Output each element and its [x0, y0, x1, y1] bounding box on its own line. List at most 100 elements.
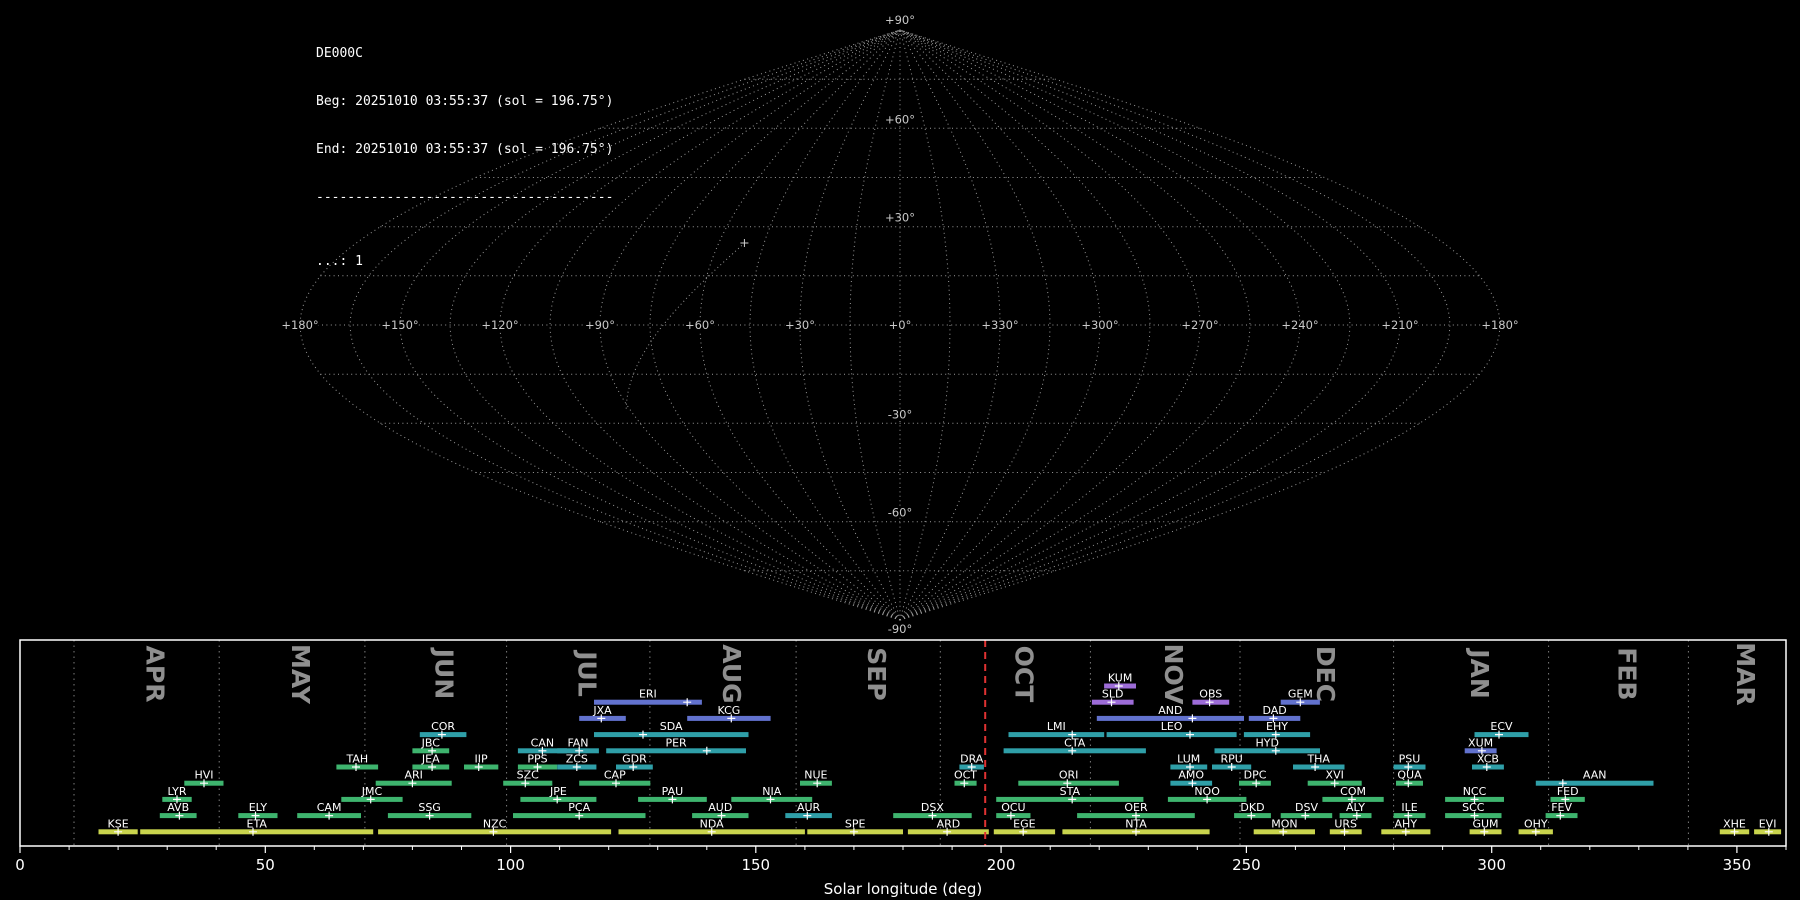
lon-label: +270°: [1181, 318, 1218, 332]
shower-label: DSV: [1295, 801, 1318, 814]
shower-label: JXA: [592, 704, 612, 717]
shower-label: URS: [1334, 817, 1357, 830]
lon-label: +0°: [889, 318, 912, 332]
lat-label: +90°: [885, 13, 915, 27]
shower-label: MON: [1271, 817, 1297, 830]
shower-label: PSU: [1399, 753, 1421, 766]
month-label: OCT: [1009, 646, 1038, 703]
shower-label: STA: [1060, 785, 1081, 798]
shower-label: HVI: [194, 769, 213, 782]
tick-label: 350: [1723, 856, 1752, 874]
month-label: DEC: [1311, 646, 1340, 702]
shower-peak-marker: [639, 730, 647, 739]
shower-peak-marker: [1188, 714, 1197, 723]
shower-label: PCA: [568, 801, 590, 814]
session-info-block: DE000C Beg: 20251010 03:55:37 (sol = 196…: [316, 14, 613, 286]
month-label: AUG: [717, 644, 746, 703]
lat-label: -30°: [888, 407, 913, 421]
lon-label: +240°: [1281, 318, 1318, 332]
lat-label: +60°: [885, 112, 915, 126]
activity-timeline-chart: APR MAY JUN JUL AUG SEP OCT NOV DEC JAN FEB MAR KUM E…: [15, 639, 1787, 898]
shower-label: OHY: [1524, 817, 1548, 830]
info-divider: --------------------------------------: [316, 190, 614, 205]
meteor-plot-app: { "header": { "station": "DE000C", "beg_…: [0, 0, 1800, 900]
shower-label: XVI: [1326, 769, 1344, 782]
shower-label: AVB: [167, 801, 189, 814]
shower-label: OCT: [954, 769, 977, 782]
shower-label: SPE: [845, 817, 866, 830]
lat-label: +30°: [885, 211, 915, 225]
shower-label: OER: [1124, 801, 1148, 814]
shower-label: NTA: [1125, 817, 1147, 830]
shower-label: CAP: [604, 769, 626, 782]
lon-label: +180°: [1481, 318, 1518, 332]
tick-label: 100: [496, 856, 525, 874]
tick-label: 300: [1477, 856, 1506, 874]
shower-label: XCB: [1477, 753, 1499, 766]
shower-label: GEM: [1288, 688, 1313, 701]
month-label: MAR: [1731, 642, 1760, 705]
shower-label: OBS: [1199, 688, 1222, 701]
sky-map-panel: +180° +150° +120° +90° +60° +30° +0° +330° +300°…: [279, 11, 1520, 638]
shower-label: NOO: [1194, 785, 1220, 798]
shower-label: KUM: [1108, 672, 1132, 685]
grid-meridian: [899, 29, 1201, 621]
shower-label: SZC: [517, 769, 540, 782]
shower-label: PPS: [527, 753, 547, 766]
shower-label: PER: [665, 736, 687, 749]
shower-label: ARD: [937, 817, 961, 830]
lon-label: +150°: [381, 318, 418, 332]
month-label: MAY: [286, 644, 315, 705]
shower-label: RPU: [1221, 753, 1243, 766]
shower-label: NIA: [762, 785, 781, 798]
station-code: DE000C: [316, 46, 363, 61]
shower-label: LYR: [167, 785, 186, 798]
lon-label: +60°: [685, 318, 715, 332]
shower-label: ALY: [1346, 801, 1365, 814]
lat-label: -60°: [888, 506, 913, 520]
month-label: JAN: [1465, 647, 1494, 699]
shower-label: NCC: [1463, 785, 1487, 798]
shower-label: ERI: [639, 688, 657, 701]
meteor-count-line: ...: 1: [316, 254, 363, 269]
shower-label: COM: [1340, 785, 1366, 798]
tick-label: 0: [15, 856, 25, 874]
shower-label: DSX: [921, 801, 944, 814]
shower-label: JBC: [421, 736, 441, 749]
shower-label: DPC: [1244, 769, 1267, 782]
shower-label: FED: [1557, 785, 1579, 798]
lon-label: +300°: [1081, 318, 1118, 332]
tick-label: 50: [256, 856, 275, 874]
shower-label: AAN: [1583, 769, 1607, 782]
lon-label: +90°: [585, 318, 615, 332]
shower-peak-marker: [702, 746, 711, 755]
shower-label: EVI: [1759, 817, 1777, 830]
lon-label: +210°: [1381, 318, 1418, 332]
shower-label: AND: [1158, 704, 1182, 717]
shower-label: FAN: [567, 736, 588, 749]
shower-label: JPE: [549, 785, 567, 798]
shower-label: SCC: [1462, 801, 1485, 814]
shower-label: TAH: [345, 753, 368, 766]
shower-label: ARI: [404, 769, 422, 782]
shower-label: OCU: [1001, 801, 1025, 814]
grid-meridian: [899, 29, 1051, 621]
shower-label: COR: [431, 720, 455, 733]
shower-peak-marker: [683, 698, 692, 707]
shower-label: KCG: [717, 704, 740, 717]
shower-label: AUR: [797, 801, 821, 814]
shower-label: THA: [1306, 753, 1330, 766]
shower-label: KSE: [108, 817, 129, 830]
shower-label: DRA: [960, 753, 984, 766]
shower-label: PAU: [662, 785, 684, 798]
shower-label: EHY: [1266, 720, 1288, 733]
shower-label: FEV: [1551, 801, 1572, 814]
shower-label: NDA: [700, 817, 725, 830]
shower-label: AHY: [1395, 817, 1418, 830]
shower-label: NZC: [483, 817, 507, 830]
shower-peak-marker: [1186, 730, 1194, 739]
shower-label: AMO: [1178, 769, 1204, 782]
shower-label: LEO: [1161, 720, 1183, 733]
month-label: APR: [141, 646, 170, 703]
shower-label: GUM: [1472, 817, 1498, 830]
